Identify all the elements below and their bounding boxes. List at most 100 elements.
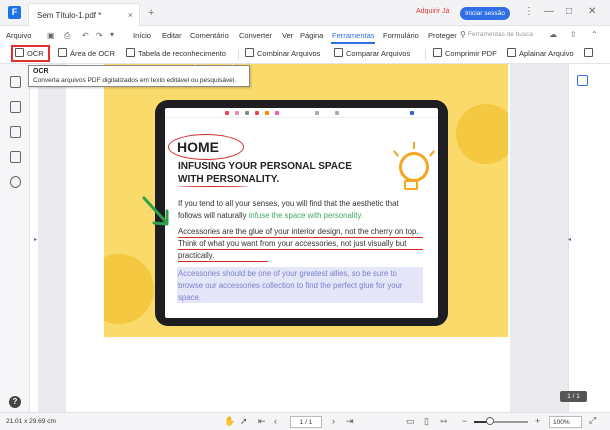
title-bar: F Sem Título-1.pdf * × + Adquirir Já Ini… — [0, 0, 610, 26]
attachment-icon[interactable] — [10, 151, 21, 163]
zoom-slider-handle[interactable] — [486, 417, 495, 425]
menu-dots-icon[interactable]: ⋮ — [524, 6, 534, 17]
document-tab[interactable]: Sem Título-1.pdf * × — [28, 3, 140, 26]
ocr-area-icon — [58, 48, 67, 57]
new-tab-icon[interactable]: + — [148, 7, 154, 19]
doc-home-title: HOME — [177, 139, 219, 155]
compare-files-button[interactable]: Comparar Arquivos — [334, 48, 410, 58]
fullscreen-icon[interactable]: ⤢ — [589, 415, 596, 426]
print-icon[interactable]: ⎙ — [64, 31, 70, 41]
select-tool-icon[interactable]: ➚ — [240, 416, 248, 427]
help-icon[interactable]: ? — [9, 396, 21, 408]
cloud-icon[interactable]: ☁ — [549, 30, 557, 39]
combine-files-button[interactable]: Combinar Arquivos — [245, 48, 320, 58]
tablet-screen: HOME INFUSING YOUR PERSONAL SPACE WITH P… — [165, 108, 438, 318]
zoom-in-icon[interactable]: + — [535, 416, 540, 426]
menu-form[interactable]: Formulário — [383, 31, 419, 40]
more-tools-button[interactable] — [584, 48, 596, 58]
search-tools-input[interactable]: Ferramentas de busca — [468, 31, 533, 38]
tablet-image: HOME INFUSING YOUR PERSONAL SPACE WITH P… — [155, 100, 448, 326]
single-page-view-icon[interactable]: ▭ — [406, 416, 415, 427]
menu-comment[interactable]: Comentário — [190, 31, 229, 40]
compare-label: Comparar Arquivos — [346, 49, 411, 58]
recognition-table-label: Tabela de reconhecimento — [138, 49, 226, 58]
first-page-icon[interactable]: ⇤ — [258, 416, 266, 427]
recognition-table-button[interactable]: Tabela de reconhecimento — [126, 48, 226, 58]
underline-annotation — [178, 237, 423, 238]
menu-protect[interactable]: Proteger — [428, 31, 457, 40]
page-indicator-badge: 1 / 1 — [560, 391, 587, 402]
combine-icon — [245, 48, 254, 57]
lightbulb-base — [404, 180, 418, 190]
compress-pdf-button[interactable]: Comprimir PDF — [433, 48, 497, 58]
toolbar-divider — [238, 49, 239, 60]
menu-home[interactable]: Início — [133, 31, 151, 40]
properties-icon[interactable] — [577, 75, 588, 86]
toolbar-dot — [235, 111, 239, 115]
zoom-out-icon[interactable]: − — [462, 416, 467, 426]
menu-page[interactable]: Página — [300, 31, 323, 40]
doc-headline: INFUSING YOUR PERSONAL SPACE WITH PERSON… — [178, 161, 352, 185]
expand-left-panel-icon[interactable]: ▸ — [34, 236, 37, 243]
bookmark-icon[interactable] — [10, 101, 21, 113]
menu-tools[interactable]: Ferramentas — [332, 31, 375, 40]
next-page-icon[interactable]: › — [332, 416, 335, 426]
search-icon[interactable]: ⚲ — [460, 30, 466, 39]
search-panel-icon[interactable] — [10, 176, 21, 188]
login-button[interactable]: Iniciar sessão — [460, 7, 510, 20]
ocr-area-button[interactable]: Área de OCR — [58, 48, 115, 58]
maximize-icon[interactable]: □ — [566, 6, 572, 17]
doc-paragraph-1: If you tend to all your senses, you will… — [178, 198, 423, 222]
two-page-view-icon[interactable]: ▯ — [424, 416, 429, 427]
toolbar-dot — [410, 111, 414, 115]
thumbnail-icon[interactable] — [10, 76, 21, 88]
ocr-tooltip: OCR Converta arquivos PDF digitalizados … — [28, 65, 250, 87]
tab-title: Sem Título-1.pdf * — [37, 11, 102, 20]
more-tools-icon — [584, 48, 593, 57]
hand-tool-icon[interactable]: ✋ — [224, 416, 235, 427]
collapse-icon[interactable]: ⌃ — [591, 30, 598, 39]
last-page-icon[interactable]: ⇥ — [346, 416, 354, 427]
status-bar: 21.01 x 29.69 cm ✋ ➚ ⇤ ‹ 1 / 1 › ⇥ ▭ ▯ ⇿… — [0, 412, 610, 430]
table-icon — [126, 48, 135, 57]
toolbar-dot — [265, 111, 269, 115]
lightbulb-ray — [428, 150, 436, 157]
expand-right-panel-icon[interactable]: ◂ — [568, 236, 571, 243]
tab-close-icon[interactable]: × — [128, 10, 133, 20]
headline-underline-annotation — [178, 185, 248, 187]
lightbulb-ray — [392, 150, 400, 157]
page-number-input[interactable]: 1 / 1 — [290, 416, 322, 428]
menu-bar: Arquivo ▣ ⎙ ↶ ↷ ▾ Início Editar Comentár… — [0, 27, 610, 44]
lightbulb-icon — [399, 152, 429, 182]
close-icon[interactable]: ✕ — [588, 6, 596, 17]
underline-annotation — [178, 261, 268, 262]
doc-paragraph-3: Accessories should be one of your greate… — [178, 269, 403, 302]
decorative-circle — [104, 254, 154, 324]
undo-icon[interactable]: ↶ — [82, 31, 89, 40]
save-icon[interactable]: ▣ — [47, 31, 55, 40]
menu-file[interactable]: Arquivo — [6, 31, 31, 40]
toolbar-dot — [315, 111, 319, 115]
share-icon[interactable]: ⇧ — [570, 30, 577, 39]
minimize-icon[interactable]: — — [544, 6, 554, 17]
buy-link[interactable]: Adquirir Já — [416, 8, 449, 15]
toolbar-dot — [245, 111, 249, 115]
compare-icon — [334, 48, 343, 57]
toolbar-dot — [335, 111, 339, 115]
prev-page-icon[interactable]: ‹ — [274, 416, 277, 426]
para1-highlight: infuse the space with personality. — [248, 211, 363, 220]
menu-edit[interactable]: Editar — [162, 31, 182, 40]
toolbar-divider — [425, 49, 426, 60]
comment-icon[interactable] — [10, 126, 21, 138]
menu-view[interactable]: Ver — [282, 31, 293, 40]
fit-width-icon[interactable]: ⇿ — [440, 416, 448, 427]
left-sidebar — [0, 64, 30, 412]
quick-access-dropdown-icon[interactable]: ▾ — [110, 30, 114, 39]
flatten-file-button[interactable]: Aplainar Arquivo — [507, 48, 574, 58]
combine-label: Combinar Arquivos — [257, 49, 321, 58]
toolbar-dot — [255, 111, 259, 115]
ocr-area-label: Área de OCR — [70, 49, 116, 58]
redo-icon[interactable]: ↷ — [96, 31, 103, 40]
menu-convert[interactable]: Converter — [239, 31, 272, 40]
zoom-level-select[interactable]: 100% — [549, 416, 582, 428]
